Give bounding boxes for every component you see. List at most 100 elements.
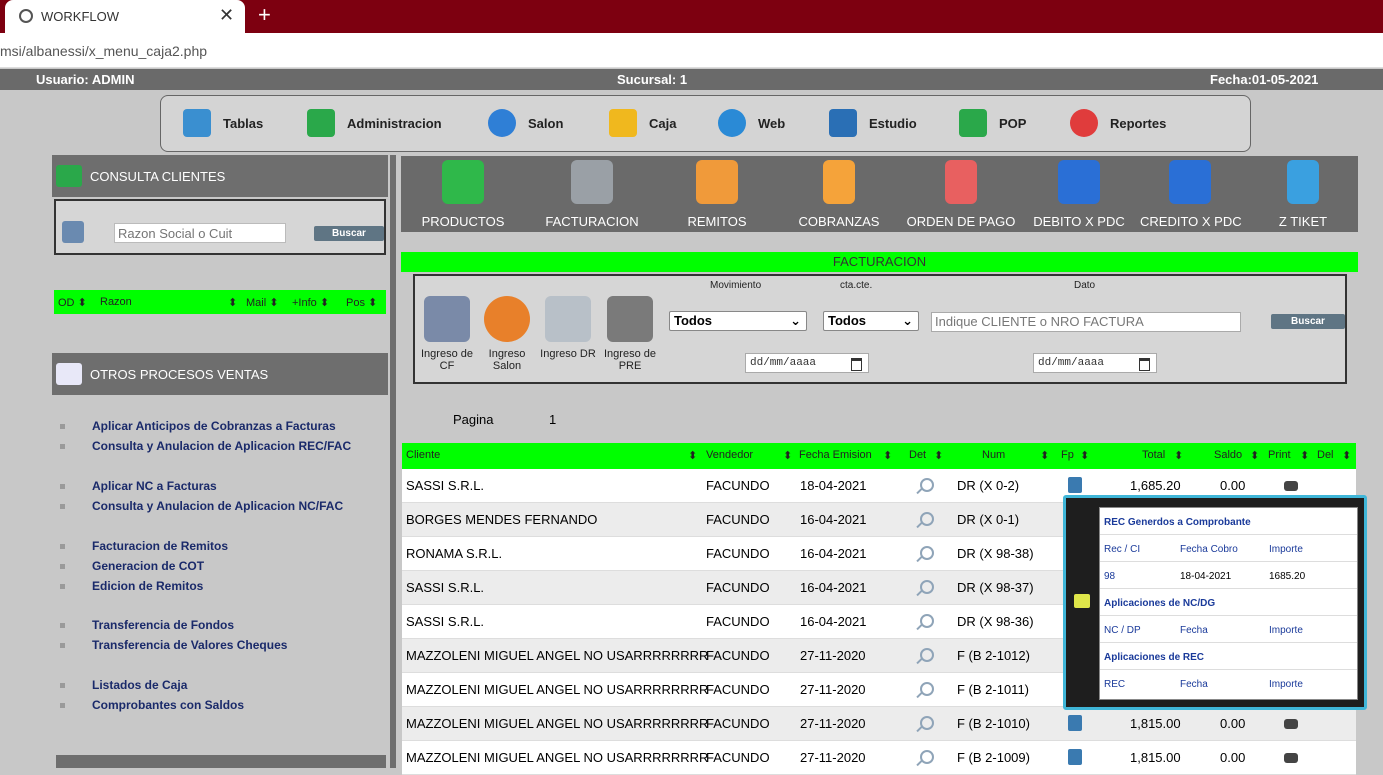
link-item[interactable]: Transferencia de Valores Cheques bbox=[52, 635, 388, 655]
rec-number[interactable]: 98 bbox=[1104, 571, 1115, 582]
ingreso-dr-button[interactable]: Ingreso DR bbox=[539, 296, 597, 360]
link-item[interactable]: Listados de Caja bbox=[52, 675, 388, 695]
cell-vendedor: FACUNDO bbox=[706, 682, 770, 697]
icon-label: DEBITO X PDC bbox=[1033, 214, 1125, 229]
magnifier-icon[interactable] bbox=[920, 546, 934, 560]
facturacion-button[interactable]: FACTURACION bbox=[544, 156, 640, 232]
link-item[interactable]: Edicion de Remitos bbox=[52, 576, 388, 596]
table-row[interactable]: MAZZOLENI MIGUEL ANGEL NO USARRRRRRRR FAC… bbox=[402, 707, 1356, 741]
dato-input[interactable]: Indique CLIENTE o NRO FACTURA bbox=[931, 312, 1241, 332]
ctacte-select[interactable]: Todos ⌄ bbox=[823, 311, 919, 331]
magnifier-icon[interactable] bbox=[920, 478, 934, 492]
users-icon bbox=[56, 165, 82, 187]
ctacte-label: cta.cte. bbox=[840, 280, 873, 291]
print-icon[interactable] bbox=[1284, 481, 1298, 491]
table-row[interactable]: MAZZOLENI MIGUEL ANGEL NO USARRRRRRRR FAC… bbox=[402, 741, 1356, 775]
col-label: Fecha Cobro bbox=[1180, 544, 1238, 555]
link-item[interactable]: Comprobantes con Saldos bbox=[52, 695, 388, 715]
print-icon[interactable] bbox=[1284, 753, 1298, 763]
col-vendedor[interactable]: Vendedor bbox=[706, 449, 753, 461]
fp-icon[interactable] bbox=[1068, 749, 1082, 765]
link-item[interactable]: Consulta y Anulacion de Aplicacion REC/F… bbox=[52, 436, 388, 456]
sort-icon[interactable]: ⬍ bbox=[1040, 449, 1049, 462]
debito-pdc-button[interactable]: DEBITO X PDC bbox=[1031, 156, 1127, 232]
print-icon[interactable] bbox=[1284, 719, 1298, 729]
col-fecha[interactable]: Fecha Emision bbox=[799, 449, 872, 461]
link-item[interactable]: Facturacion de Remitos bbox=[52, 536, 388, 556]
col-fp[interactable]: Fp bbox=[1061, 449, 1074, 461]
link-item[interactable]: Aplicar NC a Facturas bbox=[52, 476, 388, 496]
col-total[interactable]: Total bbox=[1142, 449, 1165, 461]
cell-total: 1,815.00 bbox=[1130, 750, 1181, 765]
link-item[interactable]: Generacion de COT bbox=[52, 556, 388, 576]
sort-icon[interactable]: ⬍ bbox=[1174, 449, 1183, 462]
address-bar[interactable]: msi/albanessi/x_menu_caja2.php bbox=[0, 33, 1383, 68]
ingreso-pre-button[interactable]: Ingreso de PRE bbox=[599, 296, 661, 372]
col-razon[interactable]: Razon bbox=[100, 296, 132, 308]
col-det[interactable]: Det bbox=[909, 449, 926, 461]
close-tab-icon[interactable]: ✕ bbox=[219, 6, 234, 24]
link-item[interactable]: Consulta y Anulacion de Aplicacion NC/FA… bbox=[52, 496, 388, 516]
tools-icon bbox=[424, 296, 470, 342]
browser-tab[interactable]: WORKFLOW ✕ bbox=[5, 0, 245, 33]
buscar-button[interactable]: Buscar bbox=[1271, 314, 1345, 329]
magnifier-icon[interactable] bbox=[920, 648, 934, 662]
menu-administracion[interactable]: Administracion bbox=[307, 108, 442, 138]
panel-title: CONSULTA CLIENTES bbox=[90, 168, 226, 184]
cell-fecha: 16-04-2021 bbox=[800, 580, 867, 595]
magnifier-icon[interactable] bbox=[920, 614, 934, 628]
sort-icon[interactable]: ⬍ bbox=[1250, 449, 1259, 462]
magnifier-icon[interactable] bbox=[920, 750, 934, 764]
menu-estudio[interactable]: Estudio bbox=[829, 108, 917, 138]
page-number[interactable]: 1 bbox=[549, 412, 556, 427]
cell-fecha: 16-04-2021 bbox=[800, 546, 867, 561]
col-num[interactable]: Num bbox=[982, 449, 1005, 461]
url-text[interactable]: msi/albanessi/x_menu_caja2.php bbox=[0, 43, 207, 59]
fp-icon[interactable] bbox=[1068, 715, 1082, 731]
sort-icon[interactable]: ⬍ bbox=[1300, 449, 1309, 462]
movimiento-select[interactable]: Todos ⌄ bbox=[669, 311, 807, 331]
sort-icon[interactable]: ⬍ bbox=[1342, 449, 1351, 462]
col-info[interactable]: +Info ⬍ bbox=[292, 296, 329, 309]
col-del[interactable]: Del bbox=[1317, 449, 1334, 461]
ingreso-salon-button[interactable]: Ingreso Salon bbox=[479, 296, 535, 372]
productos-button[interactable]: PRODUCTOS bbox=[421, 156, 505, 232]
sort-icon[interactable]: ⬍ bbox=[883, 449, 892, 462]
magnifier-icon[interactable] bbox=[920, 512, 934, 526]
link-item[interactable]: Aplicar Anticipos de Cobranzas a Factura… bbox=[52, 416, 388, 436]
credito-pdc-button[interactable]: CREDITO X PDC bbox=[1140, 156, 1242, 232]
new-tab-icon[interactable]: + bbox=[258, 4, 271, 26]
menu-caja[interactable]: Caja bbox=[609, 108, 676, 138]
menu-salon[interactable]: Salon bbox=[488, 108, 563, 138]
sort-icon[interactable]: ⬍ bbox=[688, 449, 697, 462]
fecha-hasta-input[interactable]: dd/mm/aaaa bbox=[1033, 353, 1157, 373]
orden-de-pago-button[interactable]: ORDEN DE PAGO bbox=[906, 156, 1016, 232]
menu-reportes[interactable]: Reportes bbox=[1070, 108, 1166, 138]
users-icon bbox=[959, 109, 987, 137]
sort-icon[interactable]: ⬍ bbox=[783, 449, 792, 462]
col-od[interactable]: OD ⬍ bbox=[58, 296, 87, 309]
col-razon-sort[interactable]: ⬍ bbox=[228, 296, 237, 309]
col-cliente[interactable]: Cliente bbox=[406, 449, 440, 461]
sort-icon[interactable]: ⬍ bbox=[1080, 449, 1089, 462]
col-mail[interactable]: Mail ⬍ bbox=[246, 296, 278, 309]
menu-tablas[interactable]: Tablas bbox=[183, 108, 263, 138]
buscar-button[interactable]: Buscar bbox=[314, 226, 384, 241]
cobranzas-button[interactable]: COBRANZAS bbox=[796, 156, 882, 232]
razon-social-input[interactable] bbox=[114, 223, 286, 243]
remitos-button[interactable]: REMITOS bbox=[682, 156, 752, 232]
menu-pop[interactable]: POP bbox=[959, 108, 1026, 138]
col-saldo[interactable]: Saldo bbox=[1214, 449, 1242, 461]
fecha-desde-input[interactable]: dd/mm/aaaa bbox=[745, 353, 869, 373]
link-item[interactable]: Transferencia de Fondos bbox=[52, 615, 388, 635]
col-print[interactable]: Print bbox=[1268, 449, 1291, 461]
magnifier-icon[interactable] bbox=[920, 682, 934, 696]
ingreso-cf-button[interactable]: Ingreso de CF bbox=[417, 296, 477, 372]
z-tiket-button[interactable]: Z TIKET bbox=[1273, 156, 1333, 232]
magnifier-icon[interactable] bbox=[920, 716, 934, 730]
menu-web[interactable]: Web bbox=[718, 108, 785, 138]
col-pos[interactable]: Pos ⬍ bbox=[346, 296, 377, 309]
fp-icon[interactable] bbox=[1068, 477, 1082, 493]
sort-icon[interactable]: ⬍ bbox=[934, 449, 943, 462]
magnifier-icon[interactable] bbox=[920, 580, 934, 594]
